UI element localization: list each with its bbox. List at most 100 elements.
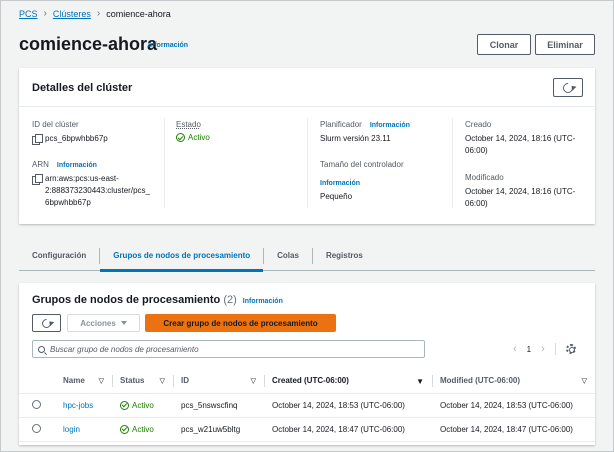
row-select[interactable] [19,393,55,418]
tab-queues[interactable]: Colas [264,241,312,270]
status-text: Activo [132,424,154,434]
radio-button[interactable] [32,423,41,433]
create-node-group-button[interactable]: Crear grupo de nodos de procesamiento [145,314,336,332]
cell-id: pcs_5nswscfinq [173,393,264,418]
cell-name[interactable]: hpc-jobs [55,393,112,418]
column-header-status[interactable]: Status ▽ [112,369,173,394]
clone-button[interactable]: Clonar [477,34,531,55]
radio-button[interactable] [32,399,41,409]
copy-icon[interactable] [32,174,43,185]
controller-size-value: Pequeño [320,192,353,201]
delete-button[interactable]: Eliminar [535,34,595,55]
column-header-id[interactable]: ID ▽ [173,369,264,394]
controller-size-label: Tamaño del controlador [320,160,404,169]
row-select[interactable] [19,417,55,442]
modified-line: 06:00) [465,199,488,208]
column-header-created[interactable]: Created (UTC-06:00) ▼ [264,369,432,394]
header-divider [19,106,595,107]
table-row[interactable]: hpc-jobs Activo pcs_5nswscfinq October 1… [19,393,595,418]
breadcrumb: PCS › Clústeres › comience-ahora [19,8,171,19]
cell-created: October 14, 2024, 18:47 (UTC-06:00) [264,417,432,442]
arn-line: 2:888373230443:cluster/pcs_ [45,186,150,195]
search-field[interactable] [32,340,425,358]
sort-icon: ▽ [250,378,256,385]
column-divider [307,118,308,208]
sort-icon: ▽ [98,378,104,385]
modified-value: October 14, 2024, 18:16 (UTC- 06:00) [465,186,575,210]
tab-compute-node-groups[interactable]: Grupos de nodos de procesamiento [100,241,264,272]
cell-modified: October 14, 2024, 18:53 (UTC-06:00) [432,393,595,418]
refresh-details-button[interactable] [553,78,583,97]
sort-icon: ▽ [581,378,587,385]
page-number[interactable]: 1 [527,345,531,354]
success-icon [120,424,129,434]
table-row[interactable]: login Activo pcs_w21uw5bltg October 14, … [19,417,595,442]
search-input[interactable] [50,344,410,354]
node-groups-info-link[interactable]: Información [243,298,283,305]
column-header-name[interactable]: Name ▽ [55,369,112,394]
success-icon [176,133,185,142]
modified-line: October 14, 2024, 18:16 (UTC- [465,187,576,196]
scheduler-info-link[interactable]: Información [370,122,410,129]
arn-label: ARN [32,160,49,169]
scheduler-value: Slurm versión 23.11 [320,134,391,143]
sort-descending-icon: ▼ [416,377,424,386]
refresh-icon [560,80,576,95]
created-line: October 14, 2024, 18:16 (UTC- [465,134,576,143]
arn-value: arn:aws:pcs:us-east- 2:888373230443:clus… [45,173,150,209]
cluster-id-label: ID del clúster [32,120,79,129]
details-title: Detalles del clúster [32,82,133,94]
actions-label: Acciones [80,318,116,328]
breadcrumb-pcs[interactable]: PCS [19,9,38,19]
table-header-row: Name ▽ Status ▽ ID ▽ Created (UTC-06:00) ▼ M… [19,369,595,394]
caret-down-icon [120,321,127,325]
breadcrumb-current: comience-ahora [106,8,171,19]
cell-status: Activo [112,393,173,418]
search-icon [38,345,45,353]
select-column-header [19,369,55,394]
arn-line: 6bpwhbb67p [45,198,91,207]
refresh-node-groups-button[interactable] [32,314,61,332]
pager-divider [554,343,556,355]
node-group-link[interactable]: hpc-jobs [63,401,93,410]
node-groups-title: Grupos de nodos de procesamiento (2) [32,294,237,306]
column-divider [164,118,165,208]
status-value: Activo [176,133,210,142]
breadcrumb-clusters[interactable]: Clústeres [53,9,91,19]
actions-dropdown[interactable]: Acciones [67,314,140,332]
success-icon [120,400,129,410]
column-divider [452,118,453,208]
status-label: Estado [176,120,201,129]
arn-line: arn:aws:pcs:us-east- [45,174,119,183]
tab-configuration[interactable]: Configuración [19,241,99,270]
copy-icon[interactable] [32,134,43,145]
tab-logs[interactable]: Registros [313,241,376,270]
detail-tabs: Configuración Grupos de nodos de procesa… [19,241,595,272]
gear-icon[interactable] [565,344,576,354]
node-group-link[interactable]: login [63,425,80,434]
pagination: ‹ 1 › [513,343,576,355]
created-line: 06:00) [465,146,488,155]
cell-created: October 14, 2024, 18:53 (UTC-06:00) [264,393,432,418]
created-value: October 14, 2024, 18:16 (UTC- 06:00) [465,133,575,157]
created-label: Creado [465,120,492,129]
page-title: comience-ahora [19,34,158,54]
title-info-link[interactable]: Información [148,42,188,49]
chevron-right-icon: › [96,8,101,19]
cell-id: pcs_w21uw5bltg [173,417,264,442]
chevron-right-icon: › [43,8,47,19]
node-groups-card: Grupos de nodos de procesamiento (2) Inf… [19,283,595,445]
cell-status: Activo [112,417,173,442]
column-header-modified[interactable]: Modified (UTC-06:00) ▽ [432,369,595,394]
cell-modified: October 14, 2024, 18:47 (UTC-06:00) [432,417,595,442]
refresh-icon [40,316,53,330]
chevron-right-icon[interactable]: › [541,343,545,355]
arn-info-link[interactable]: Información [57,162,97,169]
cluster-details-card: Detalles del clúster ID del clúster pcs_… [19,68,595,224]
controller-size-info-link[interactable]: Información [320,180,360,187]
cell-name[interactable]: login [55,417,112,442]
chevron-left-icon[interactable]: ‹ [513,343,517,355]
status-text: Activo [132,400,154,410]
cluster-id-value: pcs_6bpwhbb67p [45,134,108,143]
status-text: Activo [188,133,210,142]
